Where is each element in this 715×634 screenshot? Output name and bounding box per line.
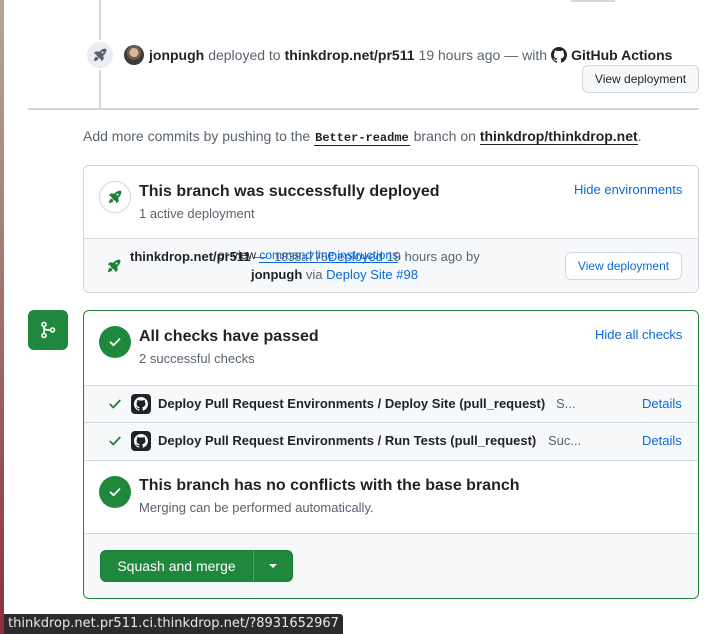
check-icon [99, 326, 131, 358]
command-line-instructions-link[interactable]: command line instructions [259, 248, 399, 263]
checks-subtitle: 2 successful checks [139, 351, 255, 366]
browser-status-url: thinkdrop.net.pr511.ci.thinkdrop.net/?89… [4, 614, 343, 634]
cli-period: . [398, 248, 402, 262]
check-item: Deploy Pull Request Environments / Run T… [84, 422, 698, 459]
hide-environments-link[interactable]: Hide environments [574, 182, 682, 197]
hint-suffix: . [637, 128, 642, 144]
github-icon [131, 394, 151, 414]
triangle-down-icon [269, 564, 277, 568]
or-view-text: or view [218, 248, 257, 262]
timeline-stub [571, 0, 615, 2]
avatar[interactable] [124, 45, 144, 65]
check-name: Deploy Pull Request Environments / Deplo… [158, 396, 546, 411]
actor-link[interactable]: jonpugh [149, 47, 204, 63]
repo-link[interactable]: thinkdrop/thinkdrop.net [479, 128, 638, 145]
checks-title: All checks have passed [139, 328, 319, 345]
hint-prefix: Add more commits by pushing to the [83, 128, 311, 144]
env-user-link[interactable]: jonpugh [251, 267, 302, 282]
environment-actor: jonpugh via Deploy Site #98 [251, 267, 418, 282]
hint-middle: branch on [413, 128, 476, 144]
github-icon [551, 47, 568, 63]
push-hint: Add more commits by pushing to the Bette… [83, 128, 642, 146]
deployments-panel: This branch was successfully deployed 1 … [83, 165, 699, 293]
deploy-event-text: jonpugh deployed to thinkdrop.net/pr511 … [149, 47, 672, 63]
conflicts-subtitle: Merging can be performed automatically. [139, 500, 374, 515]
rocket-icon [106, 258, 122, 277]
cli-hint: or view command line instructions. [218, 248, 402, 263]
github-icon [131, 431, 151, 451]
timeline-divider [28, 108, 699, 110]
conflicts-section: This branch has no conflicts with the ba… [84, 460, 698, 534]
window-edge [0, 0, 4, 634]
git-merge-icon [28, 310, 68, 350]
app-link[interactable]: GitHub Actions [571, 47, 672, 63]
merge-method-dropdown[interactable] [253, 550, 293, 582]
check-details-link[interactable]: Details [642, 396, 682, 411]
check-details-link[interactable]: Details [642, 433, 682, 448]
deploy-target-link[interactable]: thinkdrop.net/pr511 [285, 47, 415, 63]
check-icon [99, 476, 131, 508]
check-icon [108, 397, 122, 414]
merge-panel: All checks have passed 2 successful chec… [83, 310, 699, 599]
check-status: Suc... [548, 433, 582, 448]
view-environment-deployment-button[interactable]: View deployment [565, 252, 682, 280]
deployments-subtitle: 1 active deployment [139, 206, 255, 221]
branch-name[interactable]: Better-readme [314, 131, 410, 146]
env-via: via [305, 267, 323, 282]
check-icon [108, 434, 122, 451]
rocket-icon [85, 40, 115, 70]
hide-all-checks-link[interactable]: Hide all checks [595, 327, 682, 342]
workflow-run-link[interactable]: Deploy Site #98 [326, 267, 418, 282]
check-item: Deploy Pull Request Environments / Deplo… [84, 385, 698, 422]
squash-and-merge-button[interactable]: Squash and merge [100, 550, 253, 582]
check-name: Deploy Pull Request Environments / Run T… [158, 433, 537, 448]
deploy-time: 19 hours ago [418, 47, 501, 63]
deployments-title: This branch was successfully deployed [139, 183, 440, 200]
rocket-icon [99, 181, 131, 213]
merge-footer: Squash and merge [84, 533, 698, 598]
check-status: S... [556, 396, 576, 411]
deployments-header: This branch was successfully deployed 1 … [84, 166, 698, 239]
conflicts-title: This branch has no conflicts with the ba… [139, 477, 520, 494]
with-text: — with [504, 47, 548, 63]
view-deployment-button[interactable]: View deployment [582, 65, 699, 93]
deploy-action: deployed to [208, 47, 281, 63]
